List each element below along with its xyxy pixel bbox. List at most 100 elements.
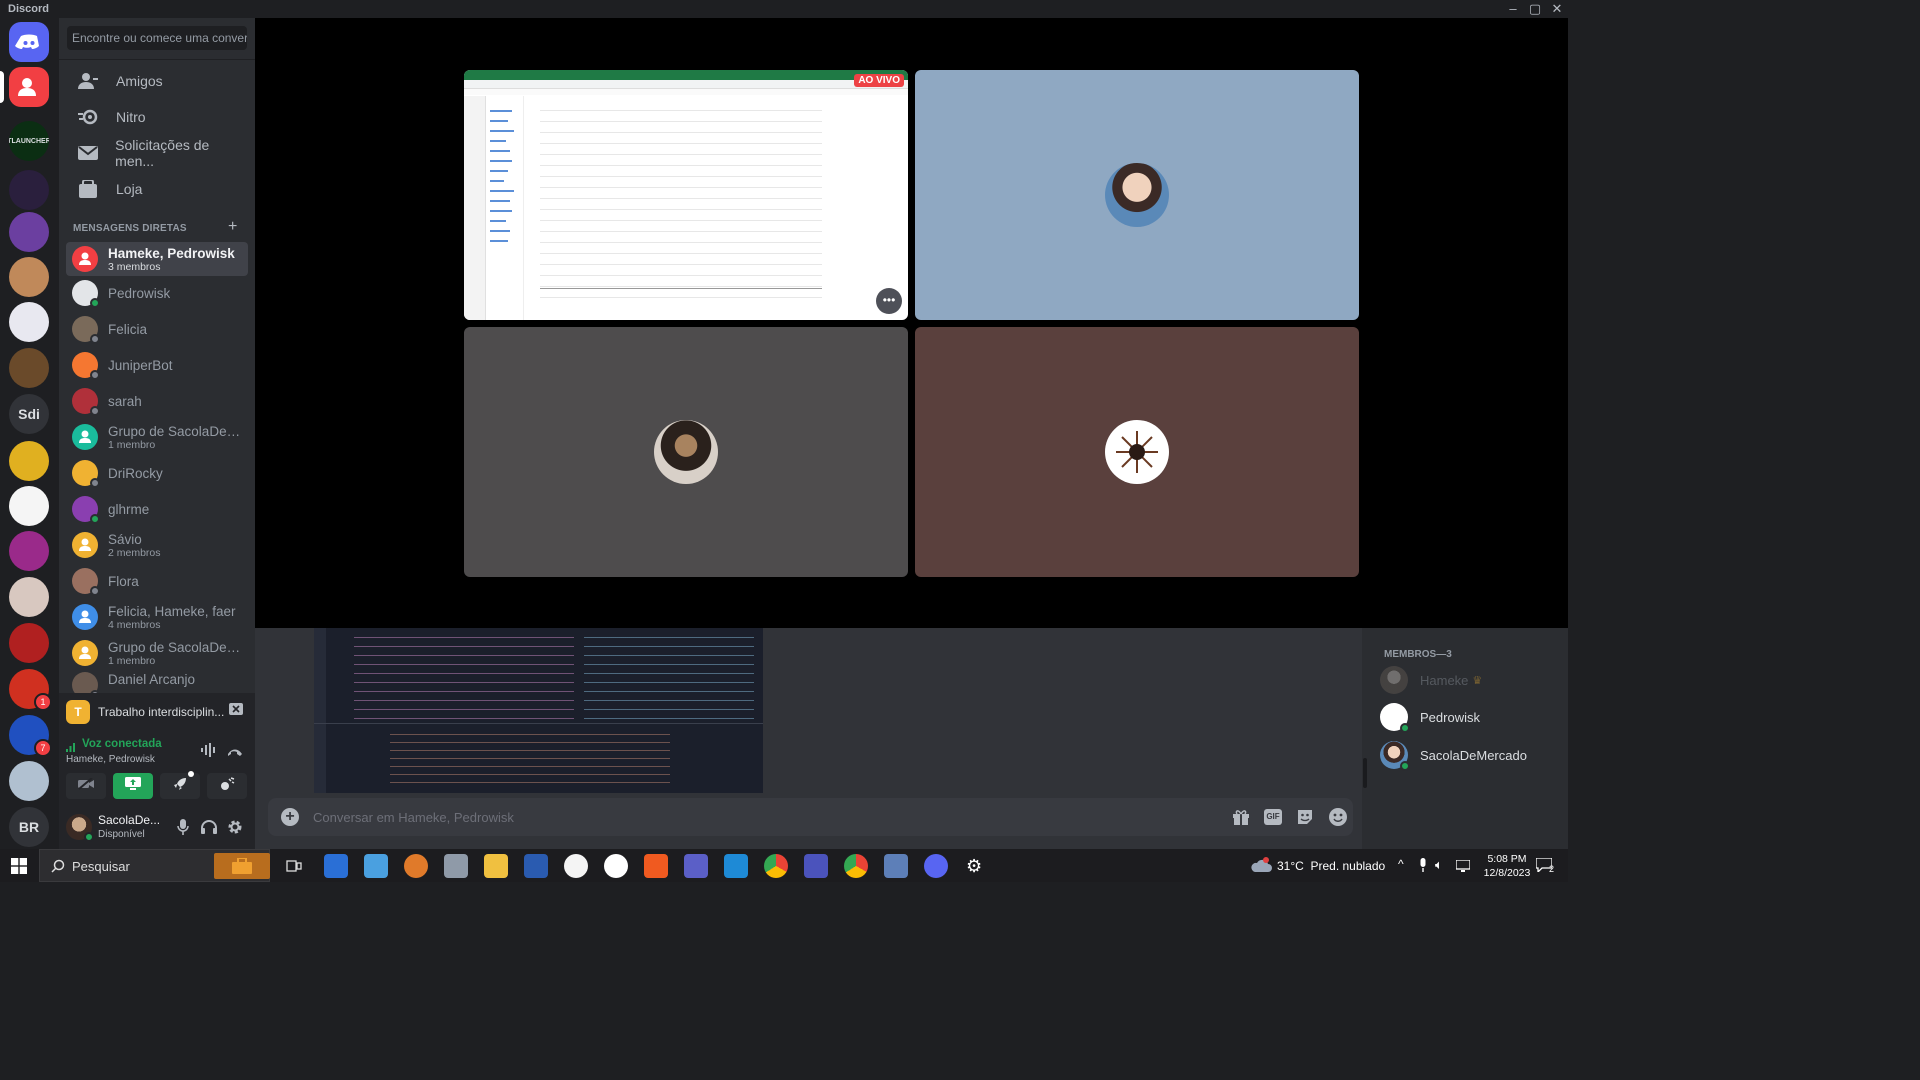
direct-messages-icon[interactable] [9,67,49,107]
app-icon[interactable] [884,854,908,878]
server-icon[interactable] [9,441,49,481]
clock-time[interactable]: 5:08 PM [1482,853,1532,865]
dm-item[interactable]: glhrme [66,492,248,526]
member-item[interactable]: Hameke ♛ [1380,663,1482,697]
discord-home-icon[interactable] [9,22,49,62]
app-icon[interactable] [364,854,388,878]
server-icon[interactable] [9,348,49,388]
dm-item[interactable]: Flora [66,564,248,598]
nav-friends[interactable]: Amigos [67,64,247,98]
maximize-icon[interactable]: ▢ [1524,1,1546,17]
nav-nitro[interactable]: Nitro [67,100,247,134]
chrome-icon[interactable] [844,854,868,878]
server-icon[interactable]: TLAUNCHER [9,121,49,161]
teams-icon[interactable] [684,854,708,878]
message-input-box[interactable]: + Conversar em Hameke, Pedrowisk GIF [268,798,1353,836]
minimize-icon[interactable]: – [1502,1,1524,16]
taskbar-search-box[interactable]: Pesquisar [39,849,270,882]
vscode-icon[interactable] [724,854,748,878]
server-icon[interactable]: Sdi [9,394,49,434]
server-icon[interactable] [9,531,49,571]
microphone-icon[interactable] [177,819,189,840]
dm-search-input[interactable]: Encontre ou comece uma conver... [67,26,247,50]
file-explorer-icon[interactable] [484,854,508,878]
dm-item[interactable]: Felicia, Hameke, faer 4 membros [66,600,248,634]
leave-activity-icon[interactable] [229,703,243,722]
screen-share-tile[interactable]: AO VIVO ••• [464,70,908,320]
disconnect-icon[interactable] [227,744,243,762]
weather-text[interactable]: 31°C Pred. nublado [1277,859,1385,873]
headphones-icon[interactable] [201,820,217,839]
close-icon[interactable]: ✕ [1546,1,1568,17]
chevron-up-icon[interactable]: ^ [1398,857,1404,871]
gif-icon[interactable]: GIF [1264,809,1282,825]
dm-item[interactable]: Hameke, Pedrowisk 3 membros [66,242,248,276]
server-icon[interactable]: BR [9,807,49,847]
chrome-icon[interactable] [764,854,788,878]
nav-shop[interactable]: Loja [67,172,247,206]
scrollbar[interactable] [1363,758,1367,788]
activities-button[interactable] [160,771,200,799]
dm-item[interactable]: JuniperBot [66,348,248,382]
network-icon[interactable] [1455,859,1471,877]
app-icon[interactable] [564,854,588,878]
attach-button[interactable]: + [281,808,299,826]
settings-gear-icon[interactable] [227,819,243,840]
participant-tile[interactable] [464,327,908,577]
app-icon[interactable] [444,854,468,878]
user-name[interactable]: SacolaDe... [98,813,160,827]
dm-text: Felicia, Hameke, faer 4 membros [108,604,236,631]
speaker-icon[interactable]: 🔈︎ [1435,857,1443,873]
dm-avatar [72,424,98,450]
sticker-icon[interactable] [1296,808,1314,831]
gift-icon[interactable] [1232,809,1250,830]
server-icon[interactable] [9,577,49,617]
server-icon[interactable] [9,302,49,342]
clock-date[interactable]: 12/8/2023 [1478,867,1536,879]
dm-item[interactable]: Felicia [66,312,248,346]
dm-item[interactable]: Grupo de SacolaDeM... 1 membro [66,636,248,670]
dm-name: glhrme [108,501,150,517]
nav-message-requests[interactable]: Solicitações de men... [67,136,247,170]
server-icon[interactable] [9,212,49,252]
dm-item[interactable]: Sávio 2 membros [66,528,248,562]
dm-item[interactable]: Daniel Arcanjo [66,672,248,694]
windows-start-icon[interactable] [11,858,27,879]
teams-icon[interactable] [804,854,828,878]
voice-status[interactable]: Voz conectada [82,738,162,750]
taskbar-search-input[interactable]: Pesquisar [72,859,130,874]
app-icon[interactable] [324,854,348,878]
server-icon[interactable] [9,761,49,801]
dm-item[interactable]: Pedrowisk [66,276,248,310]
voice-channel[interactable]: Hameke, Pedrowisk [66,754,155,765]
server-icon[interactable] [9,170,49,210]
user-avatar[interactable] [66,814,94,842]
noise-suppression-icon[interactable] [201,743,217,762]
activity-card[interactable]: T Trabalho interdisciplin... [59,693,255,731]
screen-share-button[interactable] [113,773,153,799]
tile-options-button[interactable]: ••• [876,288,902,314]
task-view-icon[interactable] [286,858,302,879]
discord-taskbar-icon[interactable] [924,854,948,878]
dm-item[interactable]: sarah [66,384,248,418]
server-icon[interactable] [9,623,49,663]
participant-tile[interactable] [915,327,1359,577]
nav-label: Loja [116,181,143,197]
settings-gear-icon[interactable]: ⚙ [966,856,982,877]
soundboard-button[interactable] [207,773,247,799]
add-dm-icon[interactable]: + [228,218,237,236]
message-input[interactable]: Conversar em Hameke, Pedrowisk [313,810,514,825]
emoji-icon[interactable] [1329,808,1347,831]
dm-item[interactable]: Grupo de SacolaDeM... 1 membro [66,420,248,454]
server-icon[interactable] [9,486,49,526]
app-icon[interactable] [604,854,628,878]
app-icon[interactable] [644,854,668,878]
member-item[interactable]: SacolaDeMercado [1380,738,1527,772]
powershell-icon[interactable] [524,854,548,878]
member-item[interactable]: Pedrowisk [1380,700,1480,734]
participant-tile[interactable] [915,70,1359,320]
dm-item[interactable]: DriRocky [66,456,248,490]
camera-button[interactable] [66,773,106,799]
app-icon[interactable] [404,854,428,878]
server-icon[interactable] [9,257,49,297]
